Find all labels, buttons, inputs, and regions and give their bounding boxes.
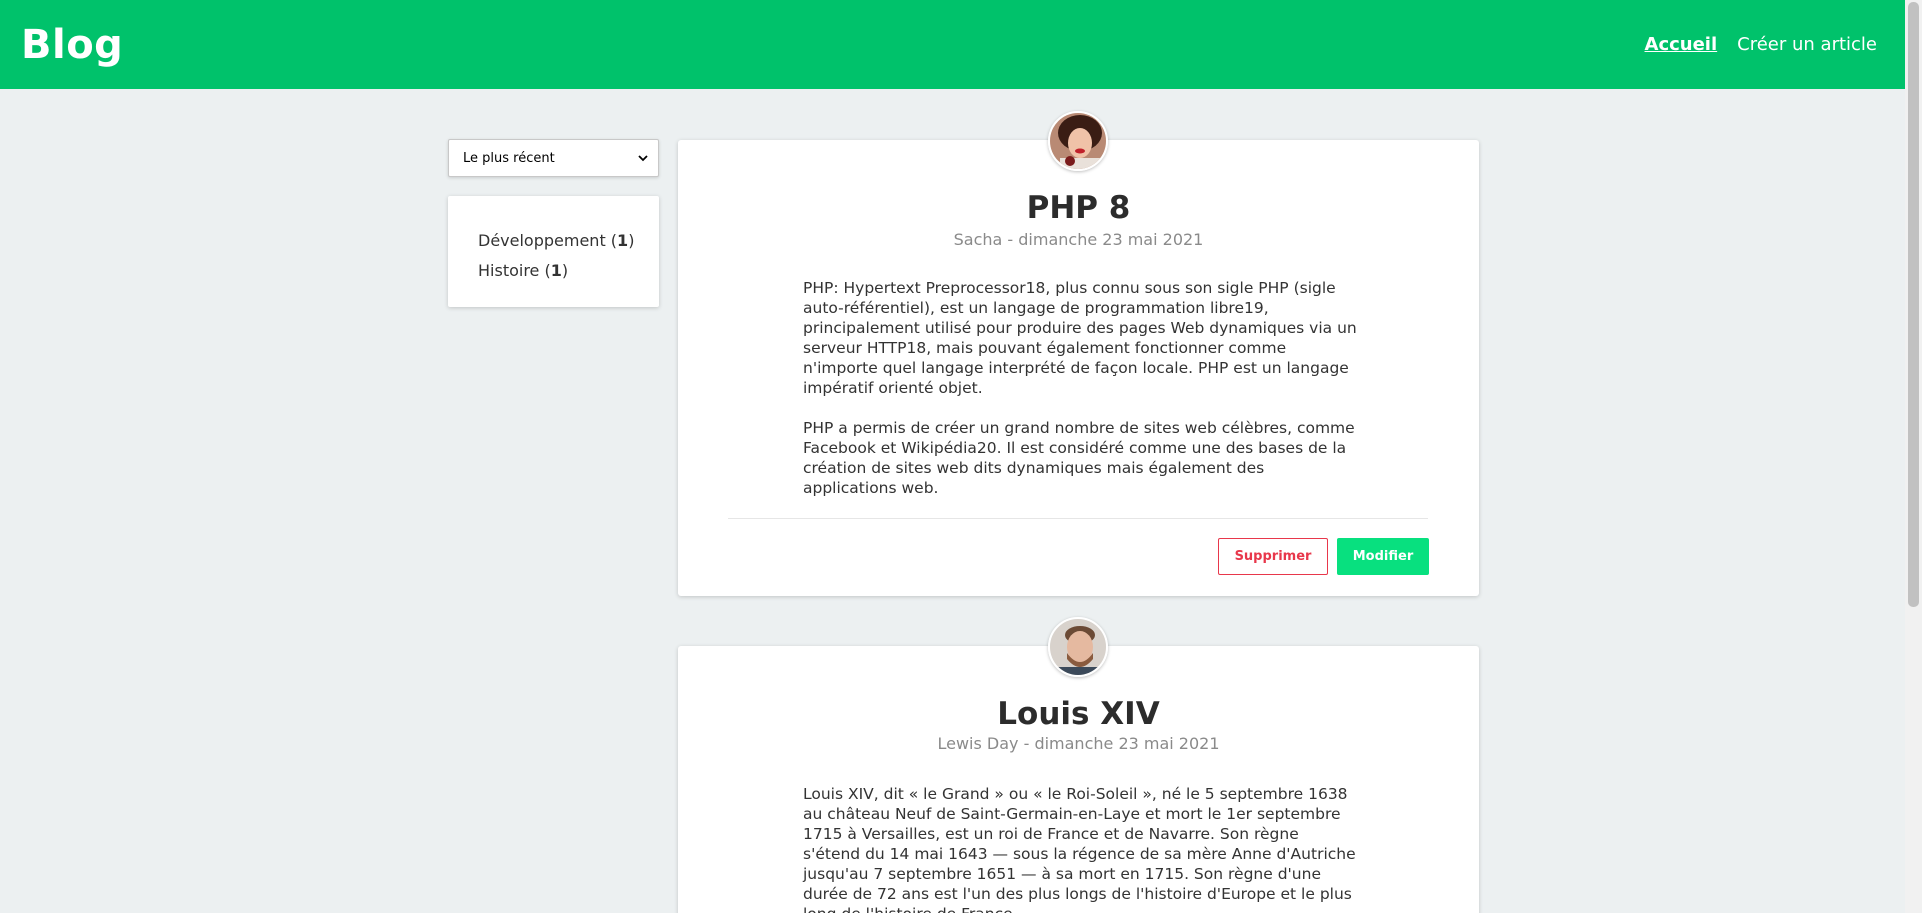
article-card: PHP 8 Sacha - dimanche 23 mai 2021 PHP: …: [678, 111, 1479, 596]
article-meta: Lewis Day - dimanche 23 mai 2021: [937, 734, 1220, 753]
chevron-down-icon: [638, 152, 648, 165]
article-paragraph: PHP a permis de créer un grand nombre de…: [803, 419, 1355, 497]
article-paragraph: PHP: Hypertext Preprocessor18, plus conn…: [803, 279, 1357, 397]
article-body: PHP: Hypertext Preprocessor18, plus conn…: [803, 278, 1358, 518]
categories-panel: Développement (1) Histoire (1): [448, 196, 659, 307]
category-count: 1: [550, 261, 562, 280]
category-item-histoire[interactable]: Histoire (1): [478, 256, 659, 286]
article-meta: Sacha - dimanche 23 mai 2021: [953, 230, 1204, 249]
nav-link-accueil[interactable]: Accueil: [1645, 34, 1718, 55]
article-paragraph: Louis XIV, dit « le Grand » ou « le Roi-…: [803, 785, 1356, 913]
nav-link-creer-article[interactable]: Créer un article: [1737, 34, 1877, 55]
top-navbar: Blog Accueil Créer un article: [0, 0, 1905, 89]
sort-select-value: Le plus récent: [463, 150, 555, 166]
page-scrollbar[interactable]: [1905, 0, 1922, 913]
edit-button[interactable]: Modifier: [1337, 538, 1429, 575]
author-avatar: [1048, 617, 1108, 677]
article-divider: [728, 518, 1428, 519]
article-body: Louis XIV, dit « le Grand » ou « le Roi-…: [803, 784, 1358, 913]
category-count: 1: [617, 231, 629, 250]
author-avatar: [1048, 111, 1108, 171]
site-brand[interactable]: Blog: [21, 22, 123, 68]
category-name: Développement: [478, 231, 606, 250]
main-nav: Accueil Créer un article: [1645, 34, 1877, 55]
scrollbar-thumb[interactable]: [1908, 2, 1919, 607]
sort-select[interactable]: Le plus récent: [448, 139, 659, 177]
article-card: Louis XIV Lewis Day - dimanche 23 mai 20…: [678, 617, 1479, 913]
category-name: Histoire: [478, 261, 540, 280]
article-title: Louis XIV: [997, 696, 1160, 732]
article-title: PHP 8: [1026, 190, 1131, 226]
category-item-developpement[interactable]: Développement (1): [478, 226, 659, 256]
delete-button[interactable]: Supprimer: [1218, 538, 1328, 575]
